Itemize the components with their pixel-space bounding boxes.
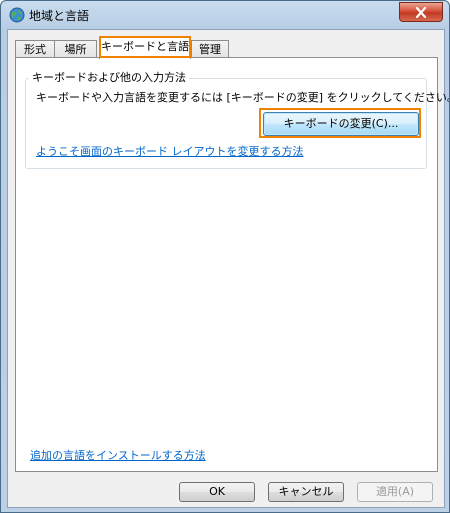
globe-icon <box>9 7 25 23</box>
welcome-screen-keyboard-link[interactable]: ようこそ画面のキーボード レイアウトを変更する方法 <box>36 143 304 159</box>
tab-panel: キーボードや入力言語を変更するには [キーボードの変更] をクリックしてください… <box>15 57 449 472</box>
tab-highlight-frame <box>99 36 191 58</box>
change-keyboards-button[interactable]: キーボードの変更(C)... <box>263 112 419 136</box>
ok-button[interactable]: OK <box>179 482 255 502</box>
keyboard-group-title: キーボードおよび他の入力方法 <box>29 69 189 85</box>
install-languages-link[interactable]: 追加の言語をインストールする方法 <box>30 447 206 463</box>
region-language-dialog: 地域と言語 形式 場所 キーボードと言語 管理 キーボードや入力言語を変更するに… <box>0 0 450 513</box>
tab-administrative[interactable]: 管理 <box>191 40 229 58</box>
window-title: 地域と言語 <box>29 9 90 23</box>
cancel-button[interactable]: キャンセル <box>268 482 344 502</box>
apply-button[interactable]: 適用(A) <box>357 482 433 502</box>
keyboard-group-box: キーボードや入力言語を変更するには [キーボードの変更] をクリックしてください… <box>25 78 449 169</box>
change-keyboards-highlight: キーボードの変更(C)... <box>259 108 421 138</box>
tab-formats[interactable]: 形式 <box>15 40 55 58</box>
tab-location[interactable]: 場所 <box>54 40 97 58</box>
keyboard-group-description: キーボードや入力言語を変更するには [キーボードの変更] をクリックしてください… <box>36 91 450 104</box>
dialog-client-area: 形式 場所 キーボードと言語 管理 キーボードや入力言語を変更するには [キーボ… <box>7 29 449 508</box>
close-icon <box>415 6 427 18</box>
close-button[interactable] <box>399 2 443 22</box>
title-bar[interactable]: 地域と言語 <box>1 1 449 29</box>
